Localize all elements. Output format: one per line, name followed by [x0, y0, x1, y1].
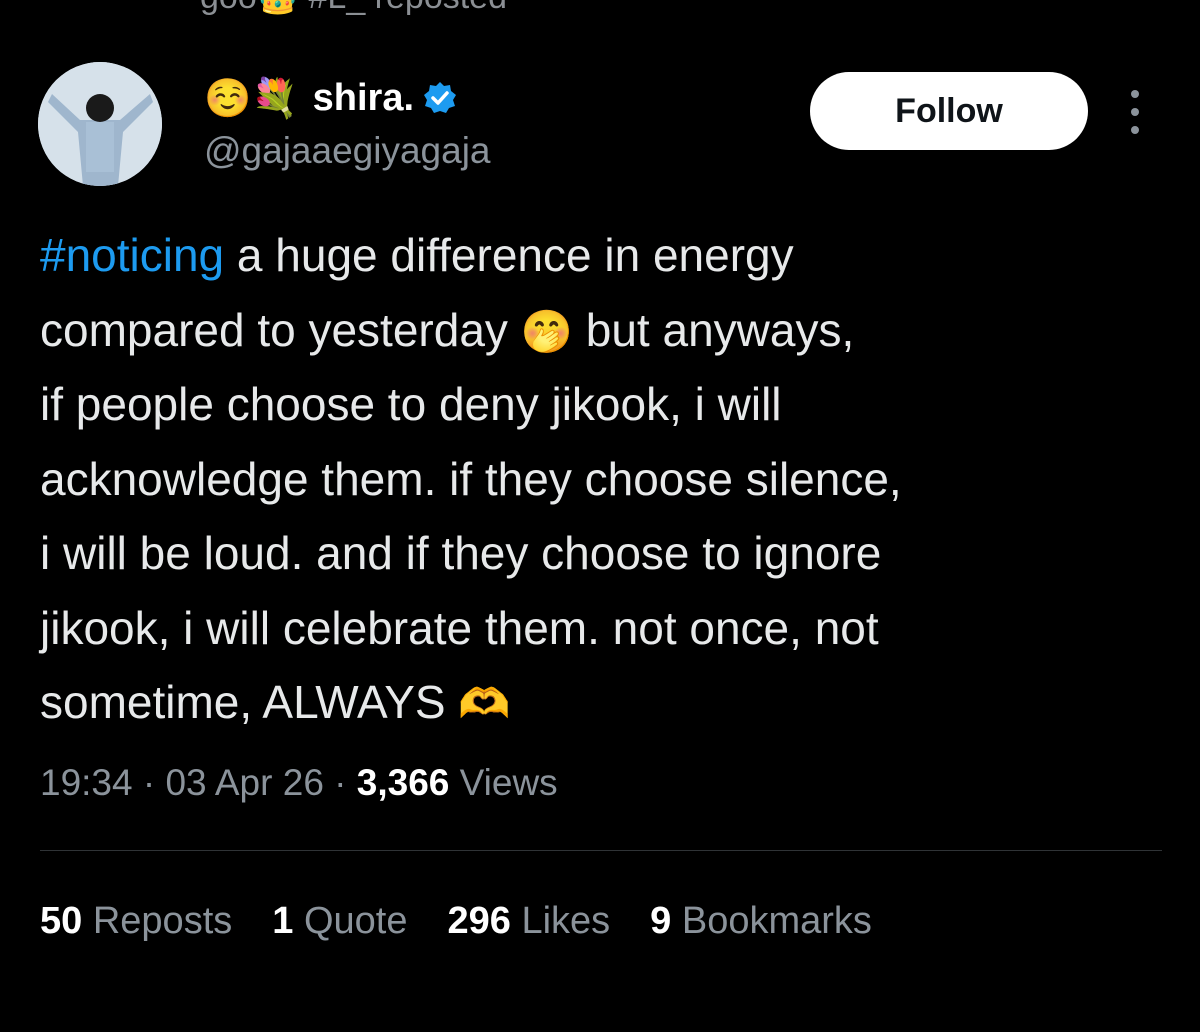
quotes-stat[interactable]: 1 Quote	[272, 900, 407, 943]
follow-button[interactable]: Follow	[810, 72, 1088, 150]
tweet-date[interactable]: 03 Apr 26	[165, 762, 323, 803]
views-label: Views	[459, 762, 558, 803]
views-count: 3,366	[356, 762, 450, 803]
likes-stat[interactable]: 296 Likes	[447, 900, 610, 943]
hand-over-mouth-emoji: 🤭	[520, 306, 573, 356]
author-display-name[interactable]: shira.	[313, 77, 414, 120]
author-emojis: ☺️💐	[204, 76, 299, 120]
author-name-row[interactable]: ☺️💐 shira.	[204, 72, 458, 124]
author-handle[interactable]: @gajaaegiyagaja	[204, 130, 491, 172]
divider	[40, 850, 1162, 851]
engagement-stats: 50 Reposts 1 Quote 296 Likes 9 Bookmarks	[40, 900, 872, 943]
more-options-icon[interactable]	[1128, 90, 1142, 134]
hashtag-link[interactable]: #noticing	[40, 229, 224, 281]
avatar-image	[38, 62, 162, 186]
reposts-stat[interactable]: 50 Reposts	[40, 900, 232, 943]
tweet-time[interactable]: 19:34	[40, 762, 133, 803]
bookmarks-stat[interactable]: 9 Bookmarks	[650, 900, 872, 943]
verified-badge-icon	[422, 80, 458, 116]
heart-hands-emoji: 🫶	[458, 679, 511, 728]
reposted-header-partial: goo👑 #L_ reposted	[200, 0, 640, 22]
tweet-text: #noticing a huge difference in energy co…	[40, 229, 902, 728]
tweet-meta: 19:34 · 03 Apr 26 · 3,366 Views	[40, 762, 558, 803]
avatar[interactable]	[38, 62, 162, 186]
